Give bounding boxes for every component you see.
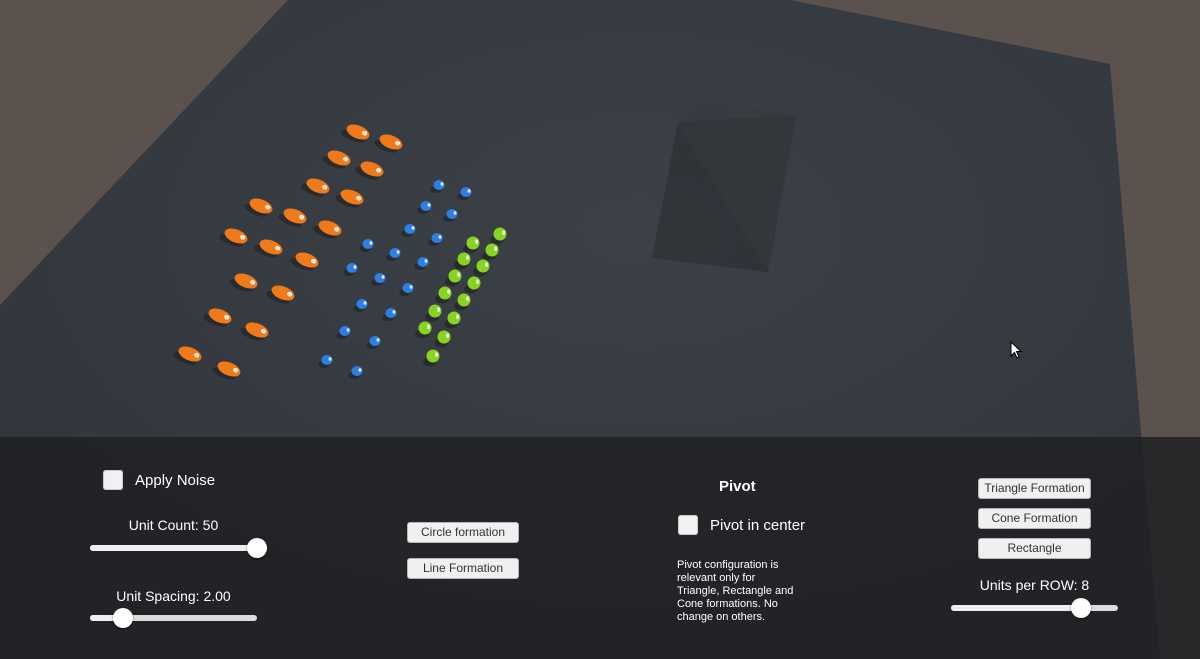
control-panel: Apply Noise Unit Count: 50 Unit Spacing:… bbox=[0, 437, 1200, 659]
circle-formation-button[interactable]: Circle formation bbox=[407, 522, 519, 543]
slider-fill bbox=[90, 545, 257, 551]
pivot-center-label: Pivot in center bbox=[710, 516, 806, 534]
pivot-heading: Pivot bbox=[719, 478, 756, 495]
slider-fill bbox=[951, 605, 1081, 611]
triangle-formation-button[interactable]: Triangle Formation bbox=[978, 478, 1091, 499]
apply-noise-label: Apply Noise bbox=[135, 471, 216, 489]
pivot-center-toggle[interactable]: Pivot in center bbox=[678, 515, 805, 535]
slider-handle[interactable] bbox=[113, 608, 134, 628]
units-per-row-slider[interactable] bbox=[951, 598, 1118, 618]
cone-formation-button[interactable]: Cone Formation bbox=[978, 508, 1091, 529]
line-formation-button[interactable]: Line Formation bbox=[407, 558, 519, 579]
apply-noise-checkbox[interactable] bbox=[103, 470, 123, 490]
units-per-row-label: Units per ROW: 8 bbox=[979, 577, 1090, 593]
unit-count-label: Unit Count: 50 bbox=[128, 517, 219, 533]
pivot-center-checkbox[interactable] bbox=[678, 515, 698, 535]
unit-count-slider[interactable] bbox=[90, 538, 267, 558]
slider-handle[interactable] bbox=[247, 538, 267, 558]
slider-handle[interactable] bbox=[1070, 598, 1091, 618]
apply-noise-toggle[interactable]: Apply Noise bbox=[103, 470, 215, 490]
pivot-note: Pivot configuration is relevant only for… bbox=[677, 559, 794, 623]
unit-spacing-label: Unit Spacing: 2.00 bbox=[116, 588, 231, 604]
rectangle-button[interactable]: Rectangle bbox=[978, 538, 1091, 559]
unit-spacing-slider[interactable] bbox=[90, 608, 257, 628]
